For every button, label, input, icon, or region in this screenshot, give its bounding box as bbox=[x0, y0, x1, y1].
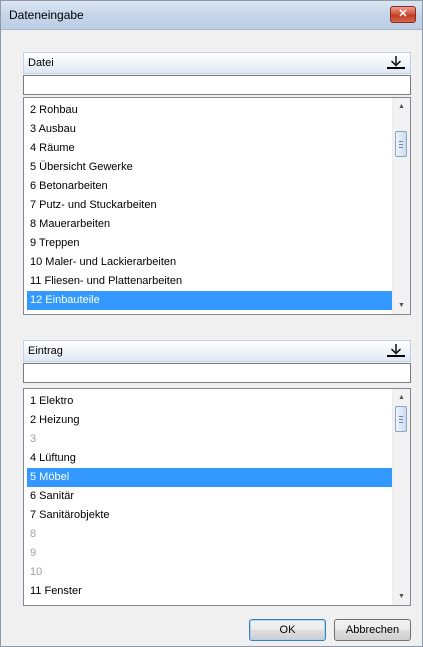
list-item[interactable]: 9 bbox=[27, 544, 392, 563]
list-item[interactable]: 8 Mauerarbeiten bbox=[27, 215, 392, 234]
list-item[interactable]: 3 Ausbau bbox=[27, 120, 392, 139]
eintrag-search-input[interactable] bbox=[23, 363, 411, 383]
close-button[interactable]: ✕ bbox=[390, 6, 416, 23]
ok-button[interactable]: OK bbox=[249, 619, 326, 641]
datei-header: Datei bbox=[23, 52, 411, 74]
list-item[interactable]: 7 Sanitärobjekte bbox=[27, 506, 392, 525]
datei-listbox[interactable]: 2 Rohbau 3 Ausbau 4 Räume 5 Übersicht Gewer… bbox=[23, 97, 411, 315]
eintrag-listbox[interactable]: 1 Elektro 2 Heizung 3 4 Lüftung 5 Möbel 6 San… bbox=[23, 388, 411, 606]
title-bar[interactable]: Dateneingabe ✕ bbox=[1, 1, 422, 30]
list-item[interactable]: 5 Möbel bbox=[27, 468, 392, 487]
list-item[interactable]: 8 bbox=[27, 525, 392, 544]
list-item[interactable]: 9 Treppen bbox=[27, 234, 392, 253]
dialog-window: Dateneingabe ✕ Datei 2 Rohbau 3 Ausbau 4 R… bbox=[0, 0, 423, 647]
download-to-tray-icon[interactable] bbox=[386, 55, 406, 71]
cancel-button[interactable]: Abbrechen bbox=[334, 619, 411, 641]
datei-scrollbar[interactable]: ▲ ▼ bbox=[392, 98, 410, 314]
eintrag-items: 1 Elektro 2 Heizung 3 4 Lüftung 5 Möbel 6 San… bbox=[27, 392, 392, 601]
scroll-down-arrow-icon[interactable]: ▼ bbox=[393, 588, 410, 605]
list-item[interactable]: 7 Putz- und Stuckarbeiten bbox=[27, 196, 392, 215]
list-item[interactable]: 2 Rohbau bbox=[27, 101, 392, 120]
datei-search-input[interactable] bbox=[23, 75, 411, 95]
list-item[interactable]: 3 bbox=[27, 430, 392, 449]
list-item[interactable]: 6 Sanitär bbox=[27, 487, 392, 506]
scroll-up-arrow-icon[interactable]: ▲ bbox=[393, 98, 410, 115]
list-item[interactable]: 10 Maler- und Lackierarbeiten bbox=[27, 253, 392, 272]
datei-header-label: Datei bbox=[28, 57, 54, 69]
scroll-down-arrow-icon[interactable]: ▼ bbox=[393, 297, 410, 314]
eintrag-header-label: Eintrag bbox=[28, 345, 63, 357]
datei-scroll-thumb[interactable] bbox=[395, 130, 407, 157]
window-title: Dateneingabe bbox=[9, 8, 84, 22]
list-item[interactable]: 2 Heizung bbox=[27, 411, 392, 430]
eintrag-scrollbar[interactable]: ▲ ▼ bbox=[392, 389, 410, 605]
list-item[interactable]: 11 Fliesen- und Plattenarbeiten bbox=[27, 272, 392, 291]
eintrag-header: Eintrag bbox=[23, 340, 411, 362]
eintrag-scroll-thumb[interactable] bbox=[395, 406, 407, 432]
list-item[interactable]: 6 Betonarbeiten bbox=[27, 177, 392, 196]
list-item[interactable]: 4 Lüftung bbox=[27, 449, 392, 468]
list-item[interactable]: 5 Übersicht Gewerke bbox=[27, 158, 392, 177]
list-item[interactable]: 1 Elektro bbox=[27, 392, 392, 411]
list-item[interactable]: 4 Räume bbox=[27, 139, 392, 158]
list-item[interactable]: 12 Einbauteile bbox=[27, 291, 392, 310]
list-item[interactable]: 11 Fenster bbox=[27, 582, 392, 601]
download-to-tray-icon[interactable] bbox=[386, 343, 406, 359]
close-icon: ✕ bbox=[398, 8, 408, 20]
scroll-up-arrow-icon[interactable]: ▲ bbox=[393, 389, 410, 406]
datei-items: 2 Rohbau 3 Ausbau 4 Räume 5 Übersicht Gewer… bbox=[27, 101, 392, 310]
list-item[interactable]: 10 bbox=[27, 563, 392, 582]
